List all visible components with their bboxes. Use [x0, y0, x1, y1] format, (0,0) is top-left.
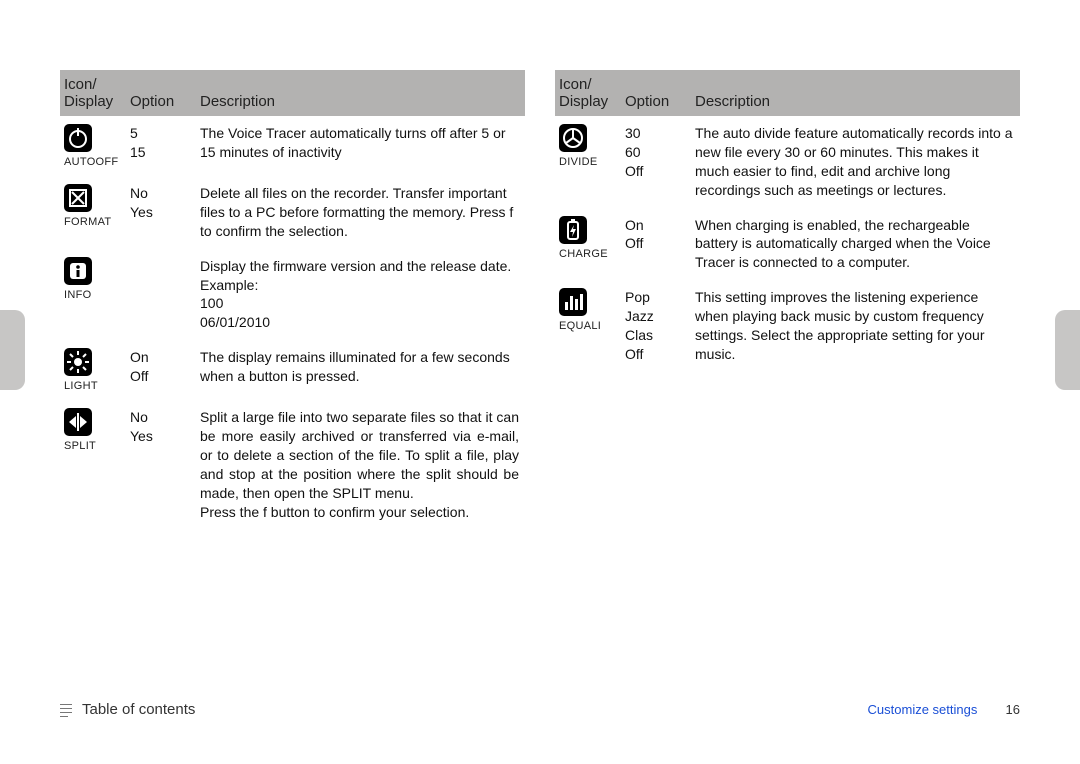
- row-icon-label: FORMAT: [64, 216, 130, 228]
- header-desc: Description: [200, 93, 525, 110]
- next-page-tab[interactable]: [1055, 310, 1080, 390]
- header-icon: Icon/ Display: [555, 76, 625, 110]
- row-option: Pop Jazz Clas Off: [625, 288, 695, 364]
- header-desc: Description: [695, 93, 1020, 110]
- split-icon: [64, 408, 92, 436]
- row-description: The Voice Tracer automatically turns off…: [200, 124, 525, 168]
- row-icon-cell: DIVIDE: [555, 124, 625, 200]
- row-option: On Off: [130, 348, 200, 392]
- row-icon-cell: CHARGE: [555, 216, 625, 273]
- row-icon-label: CHARGE: [559, 248, 625, 260]
- row-description: Display the firmware version and the rel…: [200, 257, 525, 333]
- page-footer: Table of contents Customize settings 16: [60, 701, 1020, 718]
- table-header: Icon/ Display Option Description: [60, 70, 525, 116]
- row-option: No Yes: [130, 408, 200, 521]
- row-icon-cell: EQUALI: [555, 288, 625, 364]
- row-option: 30 60 Off: [625, 124, 695, 200]
- row-description: Split a large file into two separate fil…: [200, 408, 525, 521]
- header-icon: Icon/ Display: [60, 76, 130, 110]
- row-icon-cell: FORMAT: [60, 184, 130, 241]
- row-description: The display remains illuminated for a fe…: [200, 348, 525, 392]
- row-option: On Off: [625, 216, 695, 273]
- autooff-icon: [64, 124, 92, 152]
- page-number: 16: [1006, 702, 1020, 717]
- row-description: Delete all files on the recorder. Transf…: [200, 184, 525, 241]
- charge-icon: [559, 216, 587, 244]
- row-option: [130, 257, 200, 333]
- row-description: When charging is enabled, the rechargeab…: [695, 216, 1020, 273]
- table-row: SPLITNo YesSplit a large file into two s…: [60, 400, 525, 529]
- prev-page-tab[interactable]: [0, 310, 25, 390]
- table-row: LIGHTOn OffThe display remains illuminat…: [60, 340, 525, 400]
- row-icon-cell: AUTOOFF: [60, 124, 130, 168]
- divide-icon: [559, 124, 587, 152]
- row-icon-label: AUTOOFF: [64, 156, 130, 168]
- toc-label: Table of contents: [82, 701, 195, 718]
- row-icon-label: LIGHT: [64, 380, 130, 392]
- table-of-contents-link[interactable]: Table of contents: [60, 701, 195, 718]
- table-row: AUTOOFF5 15The Voice Tracer automaticall…: [60, 116, 525, 176]
- format-icon: [64, 184, 92, 212]
- row-icon-cell: LIGHT: [60, 348, 130, 392]
- settings-column-left: Icon/ Display Option Description AUTOOFF…: [60, 70, 525, 530]
- row-icon-label: SPLIT: [64, 440, 130, 452]
- row-option: 5 15: [130, 124, 200, 168]
- table-row: CHARGEOn OffWhen charging is enabled, th…: [555, 208, 1020, 281]
- table-row: INFO Display the firmware version and the…: [60, 249, 525, 341]
- row-icon-label: INFO: [64, 289, 130, 301]
- light-icon: [64, 348, 92, 376]
- settings-column-right: Icon/ Display Option Description DIVIDE3…: [555, 70, 1020, 530]
- section-name[interactable]: Customize settings: [868, 702, 978, 717]
- rows-left: AUTOOFF5 15The Voice Tracer automaticall…: [60, 116, 525, 530]
- equali-icon: [559, 288, 587, 316]
- row-icon-cell: SPLIT: [60, 408, 130, 521]
- table-row: FORMATNo YesDelete all files on the reco…: [60, 176, 525, 249]
- row-icon-label: EQUALI: [559, 320, 625, 332]
- toc-icon: [60, 702, 74, 718]
- row-icon-label: DIVIDE: [559, 156, 625, 168]
- table-header: Icon/ Display Option Description: [555, 70, 1020, 116]
- header-option: Option: [130, 93, 200, 110]
- row-icon-cell: INFO: [60, 257, 130, 333]
- row-option: No Yes: [130, 184, 200, 241]
- table-row: DIVIDE30 60 OffThe auto divide feature a…: [555, 116, 1020, 208]
- info-icon: [64, 257, 92, 285]
- row-description: The auto divide feature automatically re…: [695, 124, 1020, 200]
- table-row: EQUALIPop Jazz Clas OffThis setting impr…: [555, 280, 1020, 372]
- header-option: Option: [625, 93, 695, 110]
- row-description: This setting improves the listening expe…: [695, 288, 1020, 364]
- rows-right: DIVIDE30 60 OffThe auto divide feature a…: [555, 116, 1020, 372]
- footer-right: Customize settings 16: [868, 701, 1020, 718]
- settings-columns: Icon/ Display Option Description AUTOOFF…: [60, 70, 1020, 530]
